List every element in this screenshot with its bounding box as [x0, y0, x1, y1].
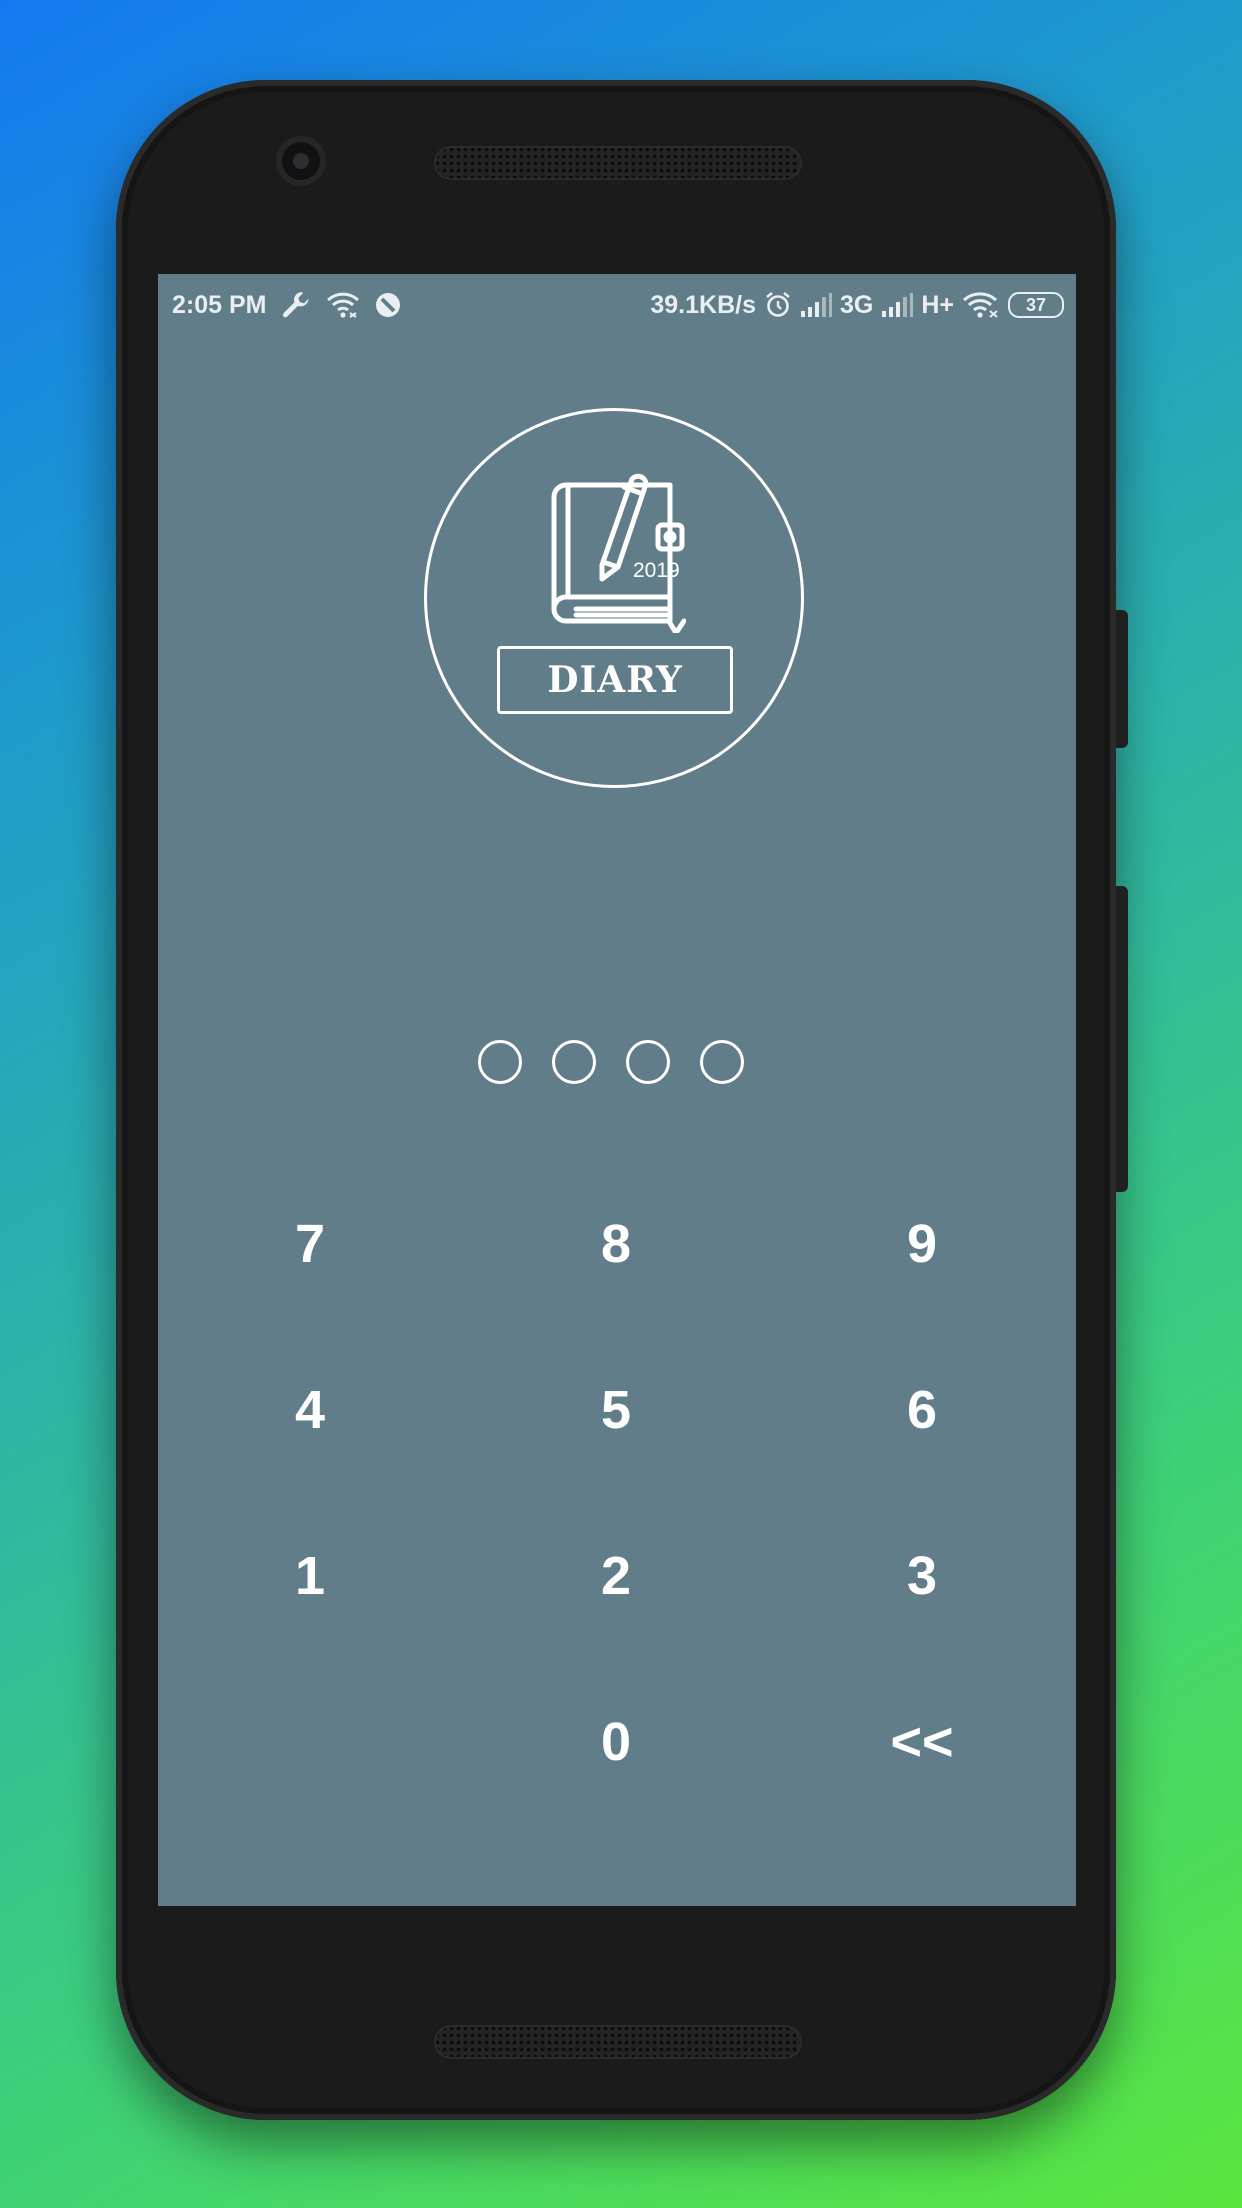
- earpiece-speaker: [434, 146, 802, 180]
- network-speed: 39.1KB/s: [650, 290, 756, 319]
- battery-level: 37: [1025, 295, 1047, 315]
- key-5[interactable]: 5: [516, 1350, 716, 1470]
- wifi-icon: [962, 291, 1000, 319]
- bottom-speaker: [434, 2025, 802, 2059]
- do-not-disturb-icon: [374, 291, 402, 319]
- key-0[interactable]: 0: [516, 1682, 716, 1802]
- front-camera: [282, 142, 320, 180]
- volume-button: [1116, 886, 1128, 1192]
- backspace-button[interactable]: <<: [822, 1682, 1022, 1802]
- key-2[interactable]: 2: [516, 1516, 716, 1636]
- key-3[interactable]: 3: [822, 1516, 1022, 1636]
- status-left: 2:05 PM: [172, 290, 402, 320]
- pin-dot: [700, 1040, 744, 1084]
- diary-logo: 2019 DIARY: [424, 408, 804, 788]
- pin-dot: [626, 1040, 670, 1084]
- wifi-hotspot-icon: [326, 290, 360, 320]
- key-6[interactable]: 6: [822, 1350, 1022, 1470]
- key-4[interactable]: 4: [210, 1350, 410, 1470]
- key-8[interactable]: 8: [516, 1184, 716, 1304]
- logo-year: 2019: [633, 559, 680, 582]
- key-7[interactable]: 7: [210, 1184, 410, 1304]
- key-1[interactable]: 1: [210, 1516, 410, 1636]
- key-9[interactable]: 9: [822, 1184, 1022, 1304]
- pin-dot: [478, 1040, 522, 1084]
- signal-icon: [800, 293, 832, 317]
- app-screen: 2:05 PM 39.1KB/s 3G H+ 37 2019 DIARY 7 8…: [158, 274, 1076, 1906]
- status-right: 39.1KB/s 3G H+ 37: [650, 290, 1064, 320]
- network-type-hplus: H+: [921, 290, 954, 319]
- alarm-icon: [764, 291, 792, 319]
- logo-label: DIARY: [497, 646, 733, 714]
- battery-icon: 37: [1008, 292, 1064, 318]
- power-button: [1116, 610, 1128, 748]
- status-bar: 2:05 PM 39.1KB/s 3G H+ 37: [158, 274, 1076, 334]
- pin-dot: [552, 1040, 596, 1084]
- pin-indicator: [478, 1040, 744, 1084]
- wrench-icon: [280, 289, 312, 321]
- status-time: 2:05 PM: [172, 290, 267, 319]
- signal-icon: [881, 293, 914, 317]
- diary-book-pencil-icon: [551, 473, 686, 633]
- network-type-3g: 3G: [839, 290, 874, 319]
